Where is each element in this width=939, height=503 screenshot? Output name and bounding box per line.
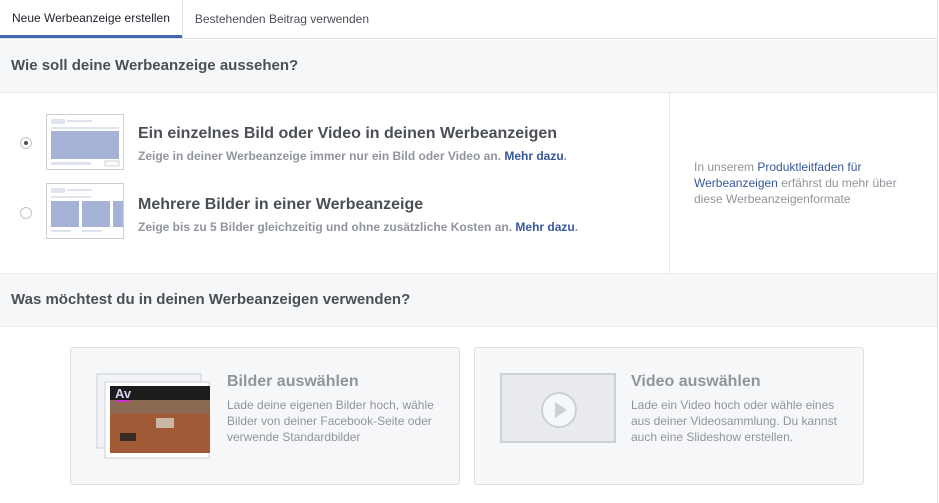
media-section-header: Was möchtest du in deinen Werbeanzeigen … [0, 273, 937, 327]
tab-existing-post[interactable]: Bestehenden Beitrag verwenden [181, 0, 381, 38]
format-option-carousel[interactable]: Mehrere Bilder in einer Werbeanzeige Zei… [0, 181, 660, 241]
radio-carousel[interactable] [20, 207, 32, 219]
tab-bar: Neue Werbeanzeige erstellen Bestehenden … [0, 0, 937, 39]
tab-new-ad[interactable]: Neue Werbeanzeige erstellen [0, 0, 182, 38]
select-video-card[interactable]: Video auswählen Lade ein Video hoch oder… [474, 347, 864, 485]
select-images-card[interactable]: Av Bilder auswählen Lade deine eigenen B… [70, 347, 460, 485]
format-help-sidebar: In unserem Produktleitfaden für Werbeanz… [669, 93, 938, 273]
format-section-header: Wie soll deine Werbeanzeige aussehen? [0, 40, 937, 93]
select-images-title: Bilder auswählen [227, 373, 359, 390]
single-option-title: Ein einzelnes Bild oder Video in deinen … [138, 125, 558, 142]
carousel-thumbnail-icon [46, 183, 124, 239]
select-video-title: Video auswählen [631, 373, 761, 390]
single-option-description: Zeige in deiner Werbeanzeige immer nur e… [138, 149, 568, 163]
play-icon [540, 391, 578, 429]
single-learn-more-link[interactable]: Mehr dazu [504, 149, 563, 163]
select-video-description: Lade ein Video hoch oder wähle eines aus… [631, 398, 837, 444]
single-image-thumbnail-icon [46, 114, 124, 170]
format-option-single[interactable]: Ein einzelnes Bild oder Video in deinen … [0, 111, 660, 171]
carousel-learn-more-link[interactable]: Mehr dazu [515, 220, 574, 234]
format-section-title: Wie soll deine Werbeanzeige aussehen? [11, 57, 299, 74]
image-stack-icon: Av [96, 373, 214, 459]
format-help-text: In unserem Produktleitfaden für Werbeanz… [694, 160, 897, 206]
radio-single[interactable] [20, 137, 32, 149]
carousel-option-title: Mehrere Bilder in einer Werbeanzeige [138, 196, 424, 213]
carousel-option-description: Zeige bis zu 5 Bilder gleichzeitig und o… [138, 220, 579, 234]
select-images-description: Lade deine eigenen Bilder hoch, wähle Bi… [227, 398, 434, 444]
media-section-title: Was möchtest du in deinen Werbeanzeigen … [11, 291, 411, 308]
svg-text:Av: Av [115, 386, 132, 401]
video-placeholder [500, 373, 616, 443]
